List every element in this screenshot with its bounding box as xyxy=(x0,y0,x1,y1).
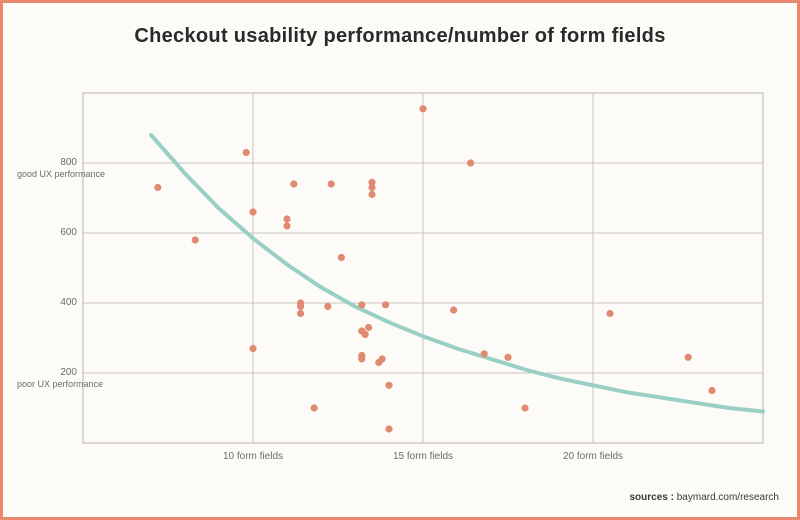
data-point xyxy=(297,303,304,310)
data-point xyxy=(358,301,365,308)
data-point xyxy=(504,354,511,361)
scatter-points xyxy=(154,105,715,432)
data-point xyxy=(328,180,335,187)
trend-line xyxy=(151,135,763,412)
chart-svg xyxy=(83,93,763,443)
data-point xyxy=(685,354,692,361)
data-point xyxy=(249,208,256,215)
data-point xyxy=(290,180,297,187)
y-tick-note: good UX performance xyxy=(17,169,137,179)
y-tick-label: 200 xyxy=(17,367,77,378)
data-point xyxy=(365,324,372,331)
data-point xyxy=(368,191,375,198)
data-point xyxy=(450,306,457,313)
data-point xyxy=(358,352,365,359)
x-tick-label: 10 form fields xyxy=(203,451,303,462)
chart-title: Checkout usability performance/number of… xyxy=(3,25,797,48)
data-point xyxy=(192,236,199,243)
y-tick-note: poor UX performance xyxy=(17,379,137,389)
x-tick-label: 20 form fields xyxy=(543,451,643,462)
data-point xyxy=(521,404,528,411)
data-point xyxy=(385,425,392,432)
data-point xyxy=(311,404,318,411)
x-tick-label: 15 form fields xyxy=(373,451,473,462)
y-tick-label: 800 xyxy=(17,157,77,168)
source-value: baymard.com/research xyxy=(677,492,779,503)
x-gridlines xyxy=(253,93,593,443)
chart-plot xyxy=(83,93,763,443)
data-point xyxy=(382,301,389,308)
data-point xyxy=(467,159,474,166)
data-point xyxy=(283,215,290,222)
data-point xyxy=(249,345,256,352)
data-point xyxy=(379,355,386,362)
data-point xyxy=(368,179,375,186)
data-point xyxy=(338,254,345,261)
data-point xyxy=(297,310,304,317)
source-label: sources : xyxy=(629,492,673,503)
y-tick-label: 600 xyxy=(17,227,77,238)
data-point xyxy=(362,331,369,338)
data-point xyxy=(385,382,392,389)
data-point xyxy=(481,350,488,357)
data-point xyxy=(243,149,250,156)
data-point xyxy=(154,184,161,191)
data-point xyxy=(708,387,715,394)
data-point xyxy=(419,105,426,112)
data-point xyxy=(324,303,331,310)
source-credit: sources : baymard.com/research xyxy=(629,492,779,503)
chart-frame: Checkout usability performance/number of… xyxy=(0,0,800,520)
data-point xyxy=(283,222,290,229)
y-tick-label: 400 xyxy=(17,297,77,308)
data-point xyxy=(606,310,613,317)
